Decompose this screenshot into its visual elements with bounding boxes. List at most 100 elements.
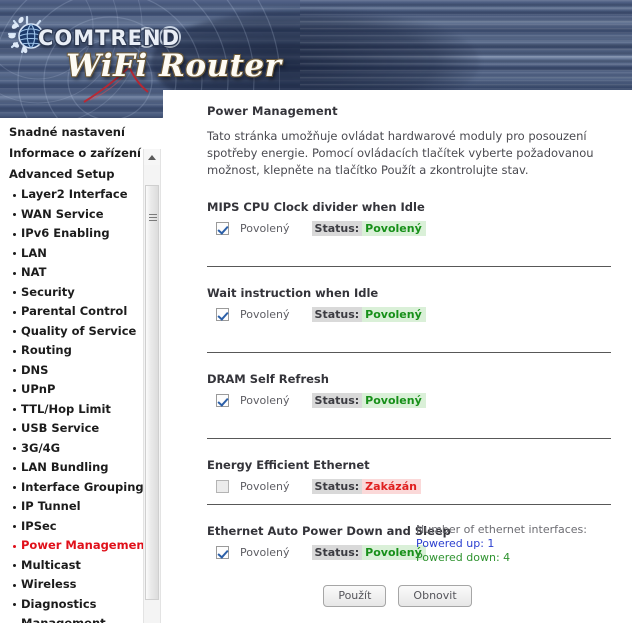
status-label: Status:	[311, 220, 363, 236]
sidebar-item-security[interactable]: Security	[0, 283, 140, 303]
enable-checkbox[interactable]	[216, 479, 229, 493]
section-divider	[207, 266, 611, 267]
sidebar-item-label: LAN Bundling	[21, 460, 109, 474]
enable-checkbox[interactable]	[216, 393, 229, 407]
sidebar-item-label: TTL/Hop Limit	[21, 401, 111, 416]
sidebar-item-ttl-hop-limit[interactable]: TTL/Hop Limit	[0, 400, 140, 420]
status-value: Zakázán	[362, 478, 421, 494]
section-control-row: Povolený Status: Povolený	[207, 304, 617, 324]
enable-checkbox[interactable]	[216, 307, 229, 321]
enable-checkbox-label: Povolený	[240, 221, 290, 235]
sidebar-item-label: UPnP	[21, 382, 56, 396]
sidebar-item-label: IPv6 Enabling	[21, 226, 110, 240]
powered-down-count: Powered down: 4	[416, 551, 511, 564]
sidebar-item-label: Diagnostics	[21, 596, 97, 611]
sidebar-item-label: Power Management	[21, 538, 151, 552]
sidebar-item-label: Layer2 Interface	[21, 187, 128, 201]
section-control-row: Povolený Status: Povolený	[207, 218, 617, 238]
sidebar: Snadné nastavení Informace o zařízení Adva…	[0, 122, 163, 623]
sidebar-item-routing[interactable]: Routing	[0, 341, 140, 361]
sidebar-item-label: Security	[21, 284, 75, 299]
sidebar-item-label: IPSec	[21, 518, 57, 533]
sidebar-item-nat[interactable]: NAT	[0, 263, 140, 283]
status-value: Povolený	[362, 306, 426, 322]
apply-button[interactable]: Použít	[323, 585, 387, 607]
status-badge: Status: Povolený	[311, 544, 426, 560]
status-label: Status:	[311, 478, 363, 494]
sidebar-item-label: Snadné nastavení	[9, 125, 125, 139]
ethernet-interface-info: Number of ethernet interfaces: Powered up…	[416, 523, 587, 565]
power-section: Wait instruction when Idle Povolený Status…	[207, 286, 617, 324]
sidebar-item-parental-control[interactable]: Parental Control	[0, 302, 140, 322]
powered-up-count: Powered up: 1	[416, 537, 495, 550]
power-section: DRAM Self Refresh Povolený Status: Povolený	[207, 372, 617, 410]
scrollbar-thumb[interactable]	[145, 185, 159, 600]
sidebar-item-label: Management	[21, 616, 106, 623]
sidebar-item-label: LAN	[21, 245, 47, 260]
status-badge: Status: Povolený	[311, 306, 426, 322]
sidebar-item-ipv6-enabling[interactable]: IPv6 Enabling	[0, 224, 140, 244]
sidebar-item-informace-o-za-zen[interactable]: Informace o zařízení	[0, 143, 141, 164]
product-name: WiFi Router	[66, 48, 282, 84]
power-section: Energy Efficient Ethernet Povolený Status:…	[207, 458, 617, 496]
sidebar-item-power-management[interactable]: Power Management	[0, 536, 150, 556]
scroll-up-arrow-icon[interactable]	[144, 149, 160, 165]
status-value: Povolený	[362, 392, 426, 408]
content-panel: Power Management Tato stránka umožňuje o…	[163, 90, 632, 623]
sidebar-item-label: Informace o zařízení	[9, 146, 141, 160]
sidebar-item-ip-tunnel[interactable]: IP Tunnel	[0, 497, 140, 517]
scrollbar-track[interactable]	[144, 165, 160, 623]
sidebar-item-advanced-setup[interactable]: Advanced Setup	[0, 164, 140, 185]
sidebar-item-usb-service[interactable]: USB Service	[0, 419, 140, 439]
sidebar-item-lan-bundling[interactable]: LAN Bundling	[0, 458, 140, 478]
sidebar-item-label: 3G/4G	[21, 440, 61, 455]
sidebar-item-wan-service[interactable]: WAN Service	[0, 205, 140, 225]
section-title: Wait instruction when Idle	[207, 286, 379, 300]
sidebar-item-label: Wireless	[21, 577, 77, 591]
sidebar-item-quality-of-service[interactable]: Quality of Service	[0, 322, 140, 342]
scrollbar-grip-icon	[149, 214, 157, 221]
status-label: Status:	[311, 306, 363, 322]
enable-checkbox[interactable]	[216, 221, 229, 235]
power-section: MIPS CPU Clock divider when Idle Povolený…	[207, 200, 617, 238]
action-button-row: Použít Obnovit	[163, 585, 632, 607]
enable-checkbox-label: Povolený	[240, 307, 290, 321]
sidebar-item-label: Quality of Service	[21, 323, 137, 338]
section-divider	[207, 352, 611, 353]
sidebar-item-dns[interactable]: DNS	[0, 361, 140, 381]
status-label: Status:	[311, 544, 363, 560]
status-value: Povolený	[362, 220, 426, 236]
section-control-row: Povolený Status: Zakázán	[207, 476, 617, 496]
sidebar-item-label: Multicast	[21, 557, 81, 572]
sidebar-item-upnp[interactable]: UPnP	[0, 380, 140, 400]
sidebar-item-multicast[interactable]: Multicast	[0, 556, 140, 576]
enable-checkbox-label: Povolený	[240, 393, 290, 407]
sidebar-item-snadn-nastaven[interactable]: Snadné nastavení	[0, 122, 140, 143]
enable-checkbox[interactable]	[216, 545, 229, 559]
refresh-button[interactable]: Obnovit	[398, 585, 472, 607]
sidebar-item-ipsec[interactable]: IPSec	[0, 517, 140, 537]
sidebar-item-interface-grouping[interactable]: Interface Grouping	[0, 478, 144, 498]
sidebar-item-layer2-interface[interactable]: Layer2 Interface	[0, 185, 140, 205]
page-description: Tato stránka umožňuje ovládat hardwarové…	[207, 129, 594, 177]
sidebar-item-label: Parental Control	[21, 304, 128, 318]
section-title: Energy Efficient Ethernet	[207, 458, 370, 472]
sidebar-item-3g-4g[interactable]: 3G/4G	[0, 439, 140, 459]
sidebar-item-diagnostics[interactable]: Diagnostics	[0, 595, 140, 615]
sidebar-item-label: Advanced Setup	[9, 167, 115, 181]
status-badge: Status: Povolený	[311, 392, 426, 408]
sidebar-item-wireless[interactable]: Wireless	[0, 575, 140, 595]
sidebar-scrollbar[interactable]	[143, 149, 161, 623]
sidebar-item-label: Routing	[21, 343, 72, 357]
sidebar-item-management[interactable]: Management	[0, 614, 140, 623]
sidebar-item-label: USB Service	[21, 421, 100, 435]
page-title: Power Management	[207, 104, 338, 118]
section-divider	[207, 438, 611, 439]
enable-checkbox-label: Povolený	[240, 545, 290, 559]
sidebar-item-lan[interactable]: LAN	[0, 244, 140, 264]
section-divider	[207, 504, 611, 505]
sidebar-item-label: Interface Grouping	[21, 479, 144, 494]
status-label: Status:	[311, 392, 363, 408]
section-title: DRAM Self Refresh	[207, 372, 329, 386]
sidebar-menu: Snadné nastavení Informace o zařízení Adva…	[0, 122, 150, 623]
